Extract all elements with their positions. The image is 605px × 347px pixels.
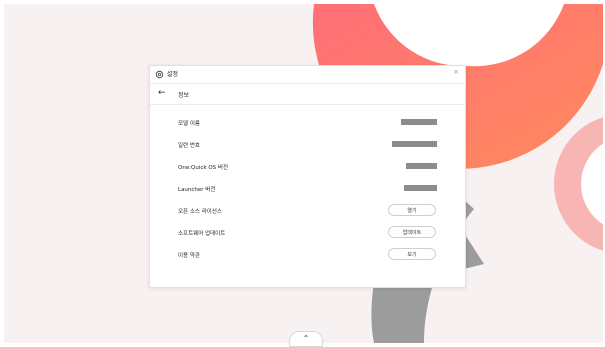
dialog-titlebar: 설정 × <box>150 66 465 84</box>
open-license-button[interactable]: 열기 <box>388 204 436 216</box>
update-button[interactable]: 업데이트 <box>388 226 436 238</box>
view-terms-button[interactable]: 보기 <box>388 248 436 260</box>
settings-dialog: 설정 × ← 정보 모델 이름 일련 번호 One:Quick OS 버전 La… <box>149 65 466 288</box>
serial-number-label: 일련 번호 <box>178 143 200 149</box>
open-source-license-label: 오픈 소스 라이선스 <box>178 209 222 215</box>
gear-icon <box>155 70 164 79</box>
terms-of-use-label: 이용 약관 <box>178 253 200 259</box>
page-header: ← 정보 <box>150 84 465 105</box>
oneqos-version-value-redacted <box>406 163 437 169</box>
dialog-title: 설정 <box>167 71 179 78</box>
model-name-value-redacted <box>401 119 437 125</box>
row-open-source-license: 오픈 소스 라이선스 열기 <box>150 201 465 221</box>
close-icon[interactable]: × <box>453 68 459 76</box>
row-software-update: 소프트웨어 업데이트 업데이트 <box>150 223 465 243</box>
page-title: 정보 <box>178 92 190 99</box>
row-terms-of-use: 이용 약관 보기 <box>150 245 465 265</box>
oneqos-version-label: One:Quick OS 버전 <box>178 165 229 171</box>
software-update-label: 소프트웨어 업데이트 <box>178 231 226 237</box>
row-oneqos-version: One:Quick OS 버전 <box>150 157 465 177</box>
model-name-label: 모델 이름 <box>178 121 200 127</box>
launcher-version-label: Launcher 버전 <box>178 187 216 193</box>
serial-number-value-redacted <box>392 141 437 147</box>
back-arrow-icon[interactable]: ← <box>158 88 166 98</box>
row-model-name: 모델 이름 <box>150 113 465 133</box>
row-serial-number: 일련 번호 <box>150 135 465 155</box>
row-launcher-version: Launcher 버전 <box>150 179 465 199</box>
launcher-version-value-redacted <box>404 185 437 191</box>
